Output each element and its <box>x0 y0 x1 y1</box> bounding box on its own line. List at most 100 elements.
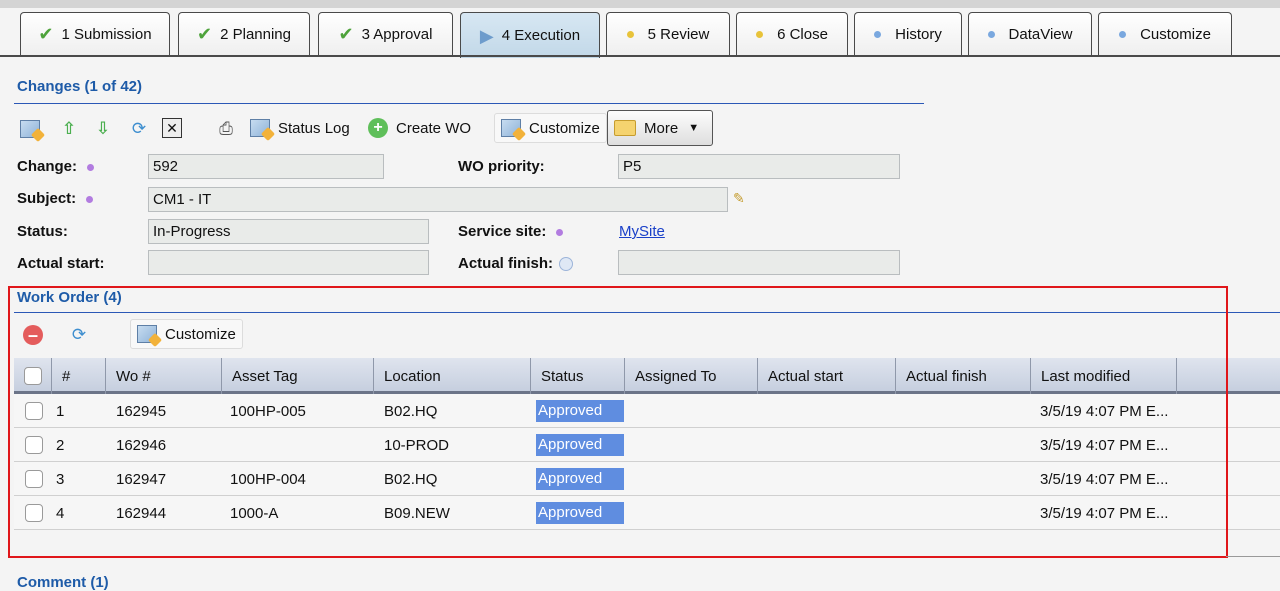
actual-start-label: Actual start: <box>17 255 105 272</box>
tab-submission[interactable]: ✔ 1 Submission <box>20 12 170 55</box>
select-all-checkbox[interactable] <box>24 367 42 385</box>
check-icon: ✔ <box>38 24 54 44</box>
tab-planning[interactable]: ✔ 2 Planning <box>178 12 310 55</box>
table-row[interactable]: 3 162947 100HP-004 B02.HQ Approved 3/5/1… <box>14 462 1280 496</box>
status-log-button[interactable]: Status Log <box>244 113 356 143</box>
col-num[interactable]: # <box>52 358 106 394</box>
check-icon: ✔ <box>197 24 213 44</box>
row-checkbox-cell <box>25 496 43 530</box>
tab-execution[interactable]: ▶ 4 Execution <box>460 12 600 58</box>
actual-finish-field[interactable] <box>618 250 900 275</box>
status-field[interactable]: In-Progress <box>148 219 429 244</box>
col-actual-finish[interactable]: Actual finish <box>896 358 1031 394</box>
change-field[interactable]: 592 <box>148 154 384 179</box>
comment-title: Comment (1) <box>17 574 109 591</box>
row-checkbox-cell <box>25 428 43 462</box>
tab-dataview[interactable]: DataView <box>968 12 1092 55</box>
blue-dot-icon <box>987 30 995 38</box>
tab-label: 2 Planning <box>220 25 291 43</box>
row-checkbox[interactable] <box>25 436 43 454</box>
row-num: 4 <box>56 504 65 522</box>
print-icon[interactable]: ⎙ <box>215 118 237 140</box>
service-site-link[interactable]: MySite <box>619 223 665 240</box>
tab-review[interactable]: 5 Review <box>606 12 730 55</box>
check-icon: ✔ <box>338 24 354 44</box>
col-asset-tag[interactable]: Asset Tag <box>222 358 374 394</box>
blue-dot-icon <box>874 30 882 38</box>
folder-icon <box>614 120 636 136</box>
status-badge: Approved <box>536 468 624 490</box>
row-checkbox-cell <box>25 394 43 428</box>
row-checkbox[interactable] <box>25 504 43 522</box>
col-wo[interactable]: Wo # <box>106 358 222 394</box>
row-location: B09.NEW <box>384 504 450 522</box>
wo-customize-button[interactable]: Customize <box>130 319 243 349</box>
tab-history[interactable]: History <box>854 12 962 55</box>
tab-label: 6 Close <box>777 25 828 43</box>
service-site-label: Service site: <box>458 223 564 240</box>
row-num: 1 <box>56 402 65 420</box>
refresh-icon[interactable]: ⟳ <box>68 324 90 346</box>
row-checkbox[interactable] <box>25 402 43 420</box>
select-all-cell <box>14 358 52 394</box>
customize-button[interactable]: Customize <box>494 113 607 143</box>
yellow-dot-icon <box>756 30 764 38</box>
wo-priority-field[interactable]: P5 <box>618 154 900 179</box>
row-checkbox[interactable] <box>25 470 43 488</box>
table-row[interactable]: 2 162946 10-PROD Approved 3/5/19 4:07 PM… <box>14 428 1280 462</box>
row-wo: 162946 <box>116 436 167 454</box>
col-actual-start[interactable]: Actual start <box>758 358 896 394</box>
col-last-modified[interactable]: Last modified <box>1031 358 1177 394</box>
tab-customize[interactable]: Customize <box>1098 12 1232 55</box>
minus-icon: – <box>23 325 43 345</box>
more-label: More <box>644 119 679 137</box>
actual-finish-label: Actual finish: <box>458 255 574 272</box>
row-status-cell: Approved <box>536 394 624 428</box>
col-status[interactable]: Status <box>531 358 625 394</box>
tab-label: 4 Execution <box>501 27 581 44</box>
delete-icon[interactable]: ✕ <box>162 118 182 138</box>
row-modified: 3/5/19 4:07 PM E... <box>1040 470 1169 488</box>
edit-icon[interactable] <box>19 118 41 140</box>
status-badge: Approved <box>536 400 624 422</box>
table-row[interactable]: 4 162944 1000-A B09.NEW Approved 3/5/19 … <box>14 496 1280 530</box>
tab-baseline <box>0 55 1280 57</box>
row-wo: 162947 <box>116 470 167 488</box>
changes-rule <box>14 103 924 104</box>
play-icon: ▶ <box>479 25 494 46</box>
more-button[interactable]: More ▼ <box>607 110 713 146</box>
remove-button[interactable]: – <box>23 325 43 345</box>
row-asset: 1000-A <box>230 504 279 522</box>
row-num: 3 <box>56 470 65 488</box>
col-location[interactable]: Location <box>374 358 531 394</box>
pencil-icon[interactable]: ✎ <box>733 190 745 207</box>
tab-close[interactable]: 6 Close <box>736 12 848 55</box>
dropdown-arrow-icon: ▼ <box>688 122 700 134</box>
subject-field[interactable]: CM1 - IT <box>148 187 728 212</box>
info-icon[interactable] <box>559 257 574 272</box>
row-asset: 100HP-005 <box>230 402 306 420</box>
status-label: Status: <box>17 223 68 240</box>
move-down-icon[interactable]: ⇩ <box>92 118 114 140</box>
row-location: 10-PROD <box>384 436 450 454</box>
customize-icon <box>501 119 521 137</box>
status-log-label: Status Log <box>278 119 350 137</box>
row-modified: 3/5/19 4:07 PM E... <box>1040 402 1169 420</box>
move-up-icon[interactable]: ⇧ <box>58 118 80 140</box>
change-label: Change: <box>17 158 94 175</box>
table-row[interactable]: 1 162945 100HP-005 B02.HQ Approved 3/5/1… <box>14 394 1280 428</box>
tab-label: DataView <box>1008 25 1073 43</box>
app-frame: ✔ 1 Submission ✔ 2 Planning ✔ 3 Approval… <box>0 0 1280 591</box>
row-modified: 3/5/19 4:07 PM E... <box>1040 436 1169 454</box>
refresh-icon[interactable]: ⟳ <box>128 118 150 140</box>
row-location: B02.HQ <box>384 470 438 488</box>
status-log-icon <box>250 119 270 137</box>
tab-approval[interactable]: ✔ 3 Approval <box>318 12 453 55</box>
tab-label: 1 Submission <box>61 25 152 43</box>
customize-label: Customize <box>165 325 236 343</box>
required-icon <box>86 195 94 203</box>
actual-start-field[interactable] <box>148 250 429 275</box>
col-assigned-to[interactable]: Assigned To <box>625 358 758 394</box>
changes-title: Changes (1 of 42) <box>17 78 143 95</box>
create-wo-button[interactable]: + Create WO <box>362 113 477 143</box>
